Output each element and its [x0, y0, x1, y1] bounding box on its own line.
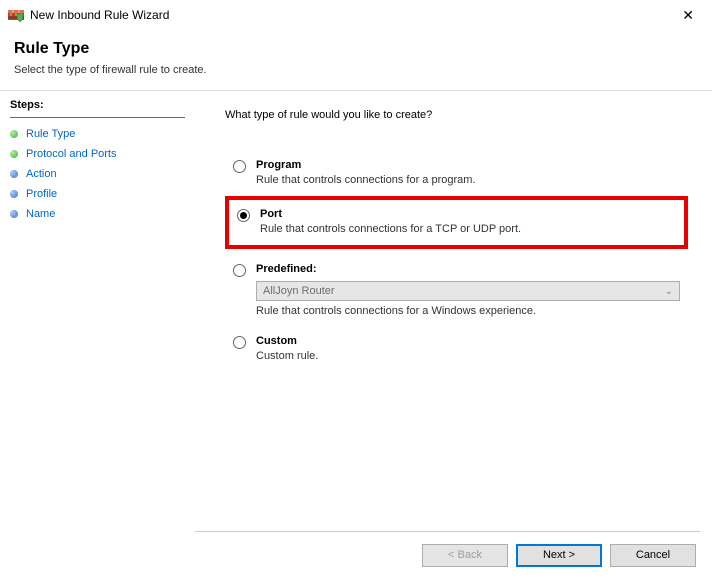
option-port[interactable]: Port Rule that controls connections for …: [225, 196, 688, 249]
bullet-icon: [10, 130, 18, 138]
window-title: New Inbound Rule Wizard: [30, 8, 169, 22]
close-icon[interactable]: ✕: [674, 3, 702, 28]
divider: [195, 531, 700, 532]
radio-predefined[interactable]: [233, 264, 246, 277]
step-action[interactable]: Action: [10, 164, 185, 184]
bullet-icon: [10, 150, 18, 158]
option-desc: Rule that controls connections for a Win…: [256, 305, 680, 317]
bullet-icon: [10, 190, 18, 198]
step-label: Rule Type: [26, 128, 75, 140]
option-program[interactable]: Program Rule that controls connections f…: [225, 151, 688, 196]
option-desc: Rule that controls connections for a TCP…: [260, 223, 676, 235]
step-rule-type[interactable]: Rule Type: [10, 124, 185, 144]
radio-custom[interactable]: [233, 336, 246, 349]
step-label: Protocol and Ports: [26, 148, 117, 160]
predefined-select: AllJoyn Router ⌄: [256, 281, 680, 301]
option-custom[interactable]: Custom Custom rule.: [225, 327, 688, 372]
prompt-text: What type of rule would you like to crea…: [225, 109, 688, 121]
cancel-button[interactable]: Cancel: [610, 544, 696, 567]
option-label: Program: [256, 159, 680, 171]
step-label: Action: [26, 168, 57, 180]
chevron-down-icon: ⌄: [665, 286, 673, 297]
option-label: Predefined:: [256, 263, 680, 275]
page-subtitle: Select the type of firewall rule to crea…: [14, 64, 698, 76]
content-panel: What type of rule would you like to crea…: [195, 91, 712, 580]
step-label: Profile: [26, 188, 57, 200]
bullet-icon: [10, 170, 18, 178]
page-title: Rule Type: [14, 40, 698, 58]
step-profile[interactable]: Profile: [10, 184, 185, 204]
steps-sidebar: Steps: Rule Type Protocol and Ports Acti…: [0, 91, 195, 580]
step-name[interactable]: Name: [10, 204, 185, 224]
option-label: Custom: [256, 335, 680, 347]
radio-port[interactable]: [237, 209, 250, 222]
back-button: < Back: [422, 544, 508, 567]
step-protocol-ports[interactable]: Protocol and Ports: [10, 144, 185, 164]
predefined-selected-value: AllJoyn Router: [263, 285, 335, 297]
radio-program[interactable]: [233, 160, 246, 173]
steps-heading: Steps:: [10, 99, 185, 111]
step-label: Name: [26, 208, 55, 220]
header: Rule Type Select the type of firewall ru…: [0, 30, 712, 91]
next-button[interactable]: Next >: [516, 544, 602, 567]
footer-buttons: < Back Next > Cancel: [0, 531, 712, 579]
firewall-icon: [8, 7, 24, 23]
option-desc: Custom rule.: [256, 350, 680, 362]
option-predefined[interactable]: Predefined: AllJoyn Router ⌄ Rule that c…: [225, 255, 688, 327]
option-label: Port: [260, 208, 676, 220]
option-desc: Rule that controls connections for a pro…: [256, 174, 680, 186]
bullet-icon: [10, 210, 18, 218]
divider: [10, 117, 185, 118]
title-bar: New Inbound Rule Wizard ✕: [0, 0, 712, 30]
